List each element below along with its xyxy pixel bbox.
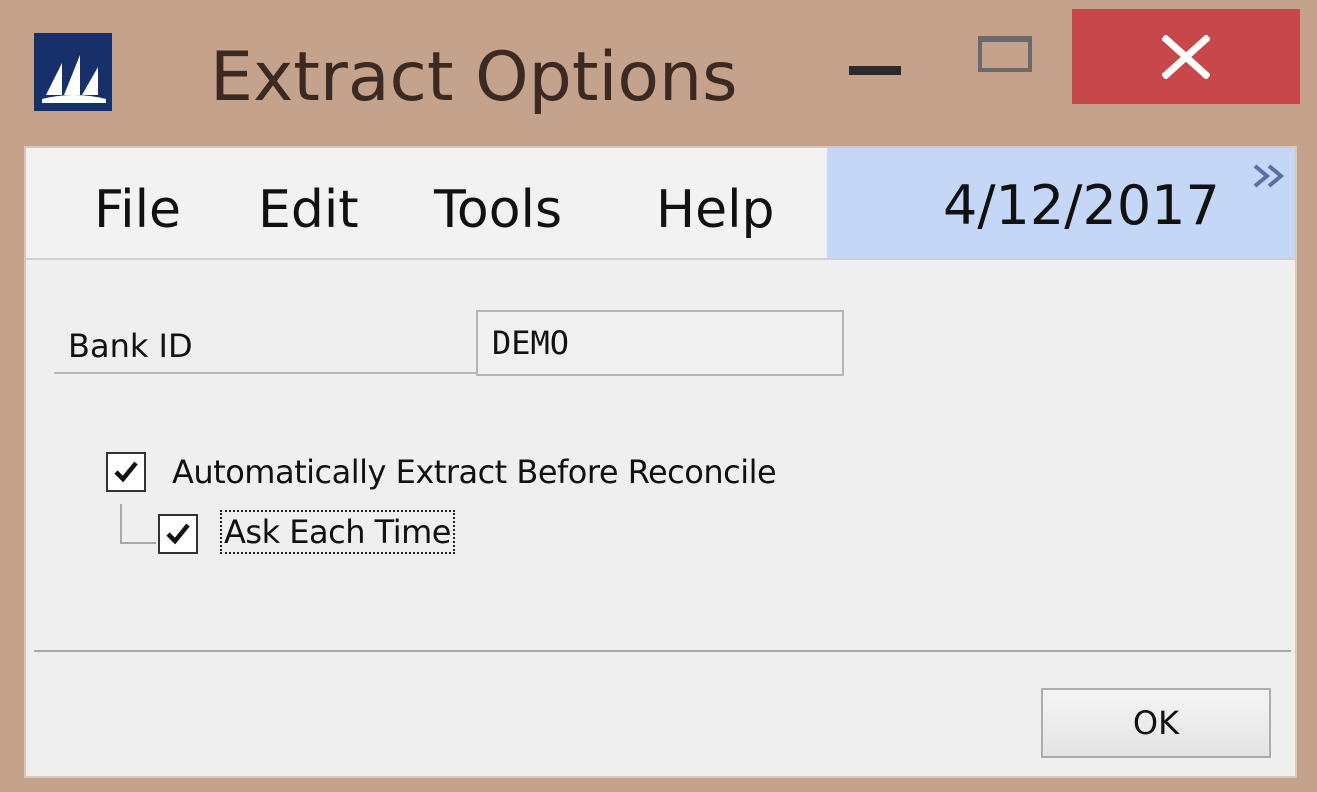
footer-separator [34,650,1291,652]
maximize-icon [978,36,1032,72]
user-date-panel[interactable]: 4/12/2017 [827,148,1295,258]
maximize-button[interactable] [972,34,1042,84]
ask-each-time-checkbox[interactable] [158,514,198,554]
close-button[interactable] [1072,9,1300,104]
ask-each-time-label[interactable]: Ask Each Time [224,512,451,552]
minimize-button[interactable] [843,44,907,92]
bank-id-underline [54,372,476,374]
double-chevron-right-icon[interactable] [1251,160,1291,200]
menu-file[interactable]: File [94,178,181,242]
menu-tools[interactable]: Tools [434,178,562,242]
window-title: Extract Options [210,38,738,117]
user-date: 4/12/2017 [943,174,1220,237]
dialog-client-area: File Edit Tools Help 4/12/2017 Bank ID A… [24,146,1297,778]
close-icon [1162,35,1210,79]
auto-extract-label[interactable]: Automatically Extract Before Reconcile [172,452,777,492]
ask-each-time-focus[interactable]: Ask Each Time [220,510,455,554]
auto-extract-checkbox[interactable] [106,452,146,492]
bank-id-input[interactable] [476,310,844,376]
checkmark-icon [114,461,138,483]
minimize-icon [849,66,901,75]
menu-help[interactable]: Help [656,178,775,242]
extract-options-window: Extract Options File Edit Tools Help 4/1… [0,0,1317,792]
bank-id-label: Bank ID [68,327,193,365]
menu-edit[interactable]: Edit [258,178,359,242]
menu-bar: File Edit Tools Help 4/12/2017 [26,148,1295,260]
dynamics-gp-logo-icon [34,33,112,111]
tree-connector [120,504,156,544]
ok-button[interactable]: OK [1041,688,1271,758]
checkmark-icon [166,523,190,545]
